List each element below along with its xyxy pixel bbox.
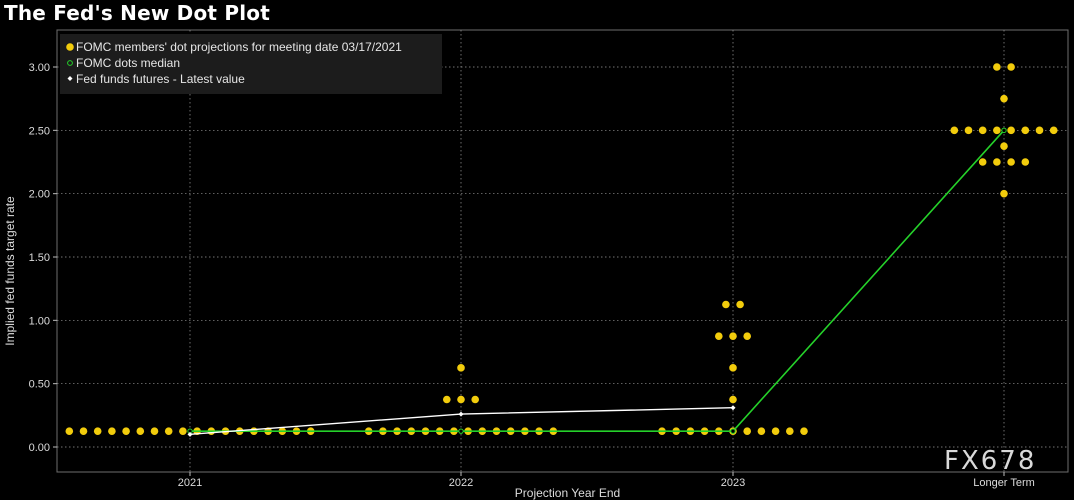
fomc-dot — [757, 427, 766, 435]
y-tick-label: 0.50 — [29, 379, 50, 391]
fomc-dot — [729, 332, 737, 340]
fomc-dot — [1000, 189, 1008, 198]
y-tick-label: 1.00 — [29, 315, 50, 327]
fomc-dot — [729, 395, 737, 404]
fomc-dot — [993, 158, 1001, 166]
median-line — [190, 129, 1005, 432]
fomc-dot — [715, 332, 723, 340]
fomc-dot — [1000, 142, 1008, 150]
fomc-dot — [1021, 126, 1030, 135]
legend-label: FOMC members' dot projections for meetin… — [76, 40, 402, 54]
watermark: FX678 — [944, 446, 1037, 476]
legend: FOMC members' dot projections for meetin… — [60, 34, 442, 94]
fomc-dot — [978, 126, 987, 135]
median-point — [1001, 127, 1007, 134]
legend-label: FOMC dots median — [76, 56, 180, 70]
fomc-dot — [993, 126, 1001, 135]
fomc-dot — [150, 427, 159, 435]
fomc-dot — [736, 300, 744, 309]
fomc-dot — [800, 427, 808, 435]
fomc-dot — [471, 395, 480, 404]
fomc-dot — [950, 126, 959, 135]
fomc-dot — [1000, 94, 1008, 103]
fomc-dot — [79, 427, 88, 435]
fomc-dot — [457, 395, 465, 404]
y-tick-label: 3.00 — [29, 62, 50, 74]
legend-marker-dots — [66, 43, 74, 51]
fomc-dot — [1049, 126, 1058, 135]
y-axis-label: Implied fed funds target rate — [3, 196, 17, 346]
fomc-dot — [771, 427, 780, 435]
median-point — [458, 428, 464, 434]
fomc-dot — [457, 364, 465, 372]
y-tick-label: 2.00 — [29, 189, 50, 201]
x-axis-label: Projection Year End — [515, 486, 620, 500]
fomc-dot — [964, 126, 973, 135]
median-point — [730, 428, 736, 434]
y-tick-label: 0.00 — [29, 442, 50, 454]
fomc-dot — [136, 427, 145, 435]
x-tick-label: Longer Term — [973, 477, 1035, 489]
grid-lines: 0.00 0.50 1.00 1.50 2.00 2.50 3.00 2021 2022 2023… — [29, 30, 1068, 489]
fomc-dot — [722, 300, 730, 309]
legend-label: Fed funds futures - Latest value — [76, 72, 245, 86]
fomc-dot — [993, 63, 1001, 71]
fomc-dot — [179, 427, 187, 435]
plot-frame — [56, 29, 1069, 473]
fomc-dot — [743, 332, 751, 340]
fomc-dot — [93, 427, 102, 435]
fomc-dot — [65, 427, 74, 435]
fomc-dot — [743, 427, 751, 435]
futures-point — [730, 405, 736, 411]
fomc-dot — [786, 427, 794, 435]
fomc-dot — [1021, 158, 1030, 166]
fomc-dot — [978, 158, 987, 166]
fomc-dots — [65, 63, 1058, 435]
fomc-dot — [443, 395, 451, 404]
fomc-dot — [729, 364, 737, 372]
x-tick-label: 2022 — [449, 477, 473, 489]
fomc-dot — [108, 427, 116, 435]
futures-point — [458, 411, 464, 417]
fomc-dot — [1035, 126, 1044, 135]
y-tick-label: 2.50 — [29, 125, 50, 137]
dot-plot-chart: 0.00 0.50 1.00 1.50 2.00 2.50 3.00 2021 2022 2023… — [3, 29, 1069, 500]
fomc-dot — [1007, 63, 1015, 71]
fomc-dot — [1007, 158, 1015, 166]
fomc-dot — [122, 427, 130, 435]
fomc-dot — [164, 427, 173, 435]
fomc-dot — [1007, 126, 1015, 135]
x-tick-label: 2021 — [178, 477, 202, 489]
x-tick-label: 2023 — [721, 477, 745, 489]
y-tick-label: 1.50 — [29, 252, 50, 264]
